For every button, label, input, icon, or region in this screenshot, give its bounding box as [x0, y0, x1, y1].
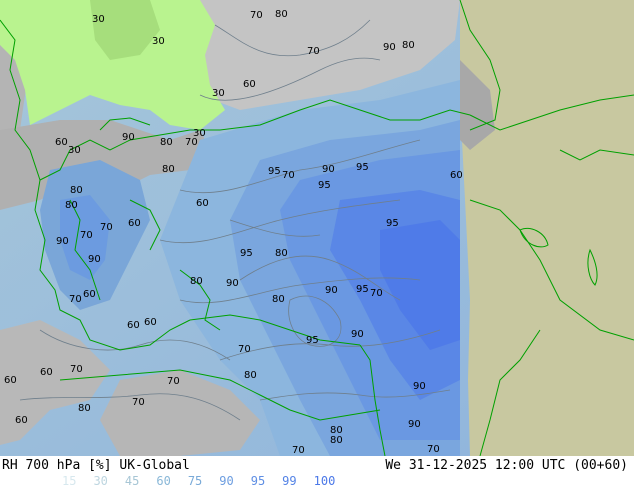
contour-label: 70 [69, 294, 82, 305]
contour-label: 90 [88, 254, 101, 265]
contour-label: 80 [272, 294, 285, 305]
contour-label: 60 [15, 415, 28, 426]
contour-label: 70 [100, 222, 113, 233]
contour-label: 90 [56, 236, 69, 247]
contour-label: 30 [212, 88, 225, 99]
contour-label: 90 [226, 278, 239, 289]
contour-label: 90 [413, 381, 426, 392]
contour-label: 60 [128, 218, 141, 229]
contour-label: 80 [78, 403, 91, 414]
contour-label: 70 [370, 288, 383, 299]
contour-label: 60 [83, 289, 96, 300]
contour-label: 80 [190, 276, 203, 287]
contour-label: 95 [268, 166, 281, 177]
contour-label: 80 [402, 40, 415, 51]
contour-label: 70 [250, 10, 263, 21]
contour-label: 60 [243, 79, 256, 90]
contour-label: 70 [80, 230, 93, 241]
contour-label: 70 [282, 170, 295, 181]
contour-label: 70 [185, 137, 198, 148]
contour-label: 60 [144, 317, 157, 328]
legend-value-30: 30 [93, 474, 108, 488]
contour-label: 95 [356, 162, 369, 173]
contour-label: 95 [240, 248, 253, 259]
legend-value-60: 60 [156, 474, 171, 488]
contour-label: 30 [152, 36, 165, 47]
contour-label: 70 [167, 376, 180, 387]
legend-value-99: 99 [282, 474, 297, 488]
contour-label: 70 [238, 344, 251, 355]
contour-label: 60 [450, 170, 463, 181]
legend-value-100: 100 [313, 474, 336, 488]
contour-label: 95 [356, 284, 369, 295]
contour-label: 30 [68, 145, 81, 156]
contour-label: 80 [330, 435, 343, 446]
contour-label: 60 [40, 367, 53, 378]
contour-label: 80 [65, 200, 78, 211]
contour-label: 90 [351, 329, 364, 340]
rh-map: 30 30 70 80 30 60 70 90 80 30 60 90 80 70 30 70 80 80 70 95… [0, 0, 634, 456]
legend-value-75: 75 [187, 474, 203, 488]
contour-label: 70 [132, 397, 145, 408]
contour-label: 70 [70, 364, 83, 375]
contour-label: 80 [330, 425, 343, 436]
legend-value-45: 45 [124, 474, 140, 488]
color-legend: 15 30 45 60 75 90 95 99 100 [62, 474, 352, 488]
land-east [460, 0, 634, 456]
contour-label: 70 [292, 445, 305, 456]
contour-label: 95 [386, 218, 399, 229]
contour-label: 30 [92, 14, 105, 25]
contour-label: 80 [162, 164, 175, 175]
contour-label: 80 [70, 185, 83, 196]
legend-value-15: 15 [62, 474, 77, 488]
contour-label: 80 [275, 9, 288, 20]
map-timestamp: We 31-12-2025 12:00 UTC (00+60) [385, 458, 628, 473]
footer: RH 700 hPa [%] UK-Global We 31-12-2025 1… [0, 456, 634, 490]
contour-label: 70 [427, 444, 440, 455]
contour-label: 90 [122, 132, 135, 143]
legend-value-95: 95 [250, 474, 266, 488]
contour-label: 95 [318, 180, 331, 191]
contour-label: 90 [383, 42, 396, 53]
contour-label: 70 [307, 46, 320, 57]
contour-label: 80 [275, 248, 288, 259]
contour-label: 60 [127, 320, 140, 331]
legend-value-90: 90 [219, 474, 234, 488]
contour-label: 80 [160, 137, 173, 148]
contour-label: 60 [55, 137, 68, 148]
contour-label: 90 [322, 164, 335, 175]
contour-label: 90 [408, 419, 421, 430]
contour-label: 60 [4, 375, 17, 386]
contour-label: 60 [196, 198, 209, 209]
contour-label: 80 [244, 370, 257, 381]
contour-label: 95 [306, 335, 319, 346]
contour-label: 90 [325, 285, 338, 296]
map-title: RH 700 hPa [%] UK-Global [2, 458, 190, 473]
